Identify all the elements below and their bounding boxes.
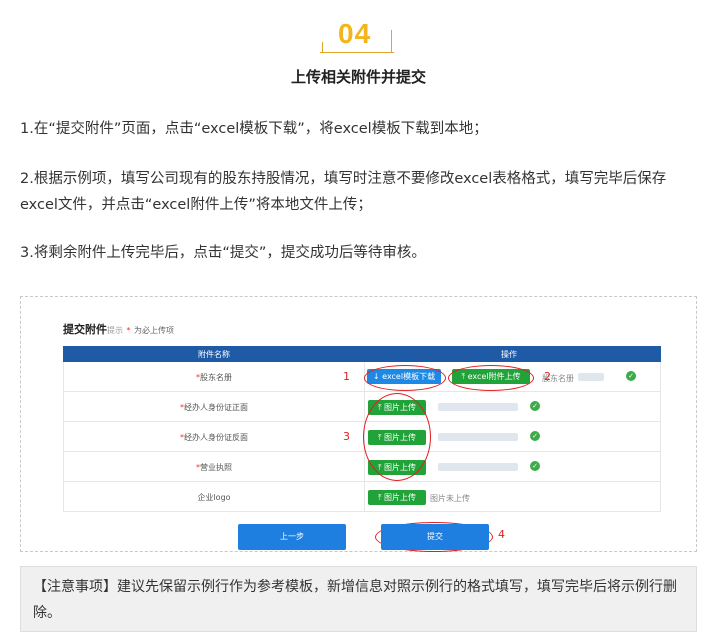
row-name: 营业执照 bbox=[200, 463, 232, 472]
step-badge: 04 bbox=[320, 12, 394, 56]
embedded-screenshot: 提交附件提示 * 为必上传项 附件名称 操作 *股东名册 ↓ excel模板下载… bbox=[20, 296, 697, 552]
step-2-text: 2.根据示例项，填写公司现有的股东持股情况，填写时注意不要修改excel表格格式… bbox=[20, 171, 667, 213]
row-name: 经办人身份证正面 bbox=[184, 403, 248, 412]
blurred-filename bbox=[578, 373, 604, 381]
table-row: *营业执照 ⤒ 图片上传 ✓ bbox=[63, 452, 661, 482]
column-header-action: 操作 bbox=[501, 350, 517, 359]
marker-circle-2 bbox=[448, 365, 534, 391]
table-row: *经办人身份证正面 ⤒ 图片上传 ✓ bbox=[63, 392, 661, 422]
section-title: 上传相关附件并提交 bbox=[290, 68, 426, 86]
upload-status: 图片未上传 bbox=[430, 494, 470, 503]
badge-right-tick bbox=[391, 30, 392, 52]
column-header-name: 附件名称 bbox=[198, 350, 230, 359]
required-star: * bbox=[126, 326, 131, 335]
row-name: 股东名册 bbox=[200, 373, 232, 382]
row-name: 企业logo bbox=[197, 493, 231, 502]
check-icon: ✓ bbox=[626, 371, 636, 381]
marker-label-2: 2 bbox=[544, 370, 551, 383]
check-icon: ✓ bbox=[530, 461, 540, 471]
check-icon: ✓ bbox=[530, 431, 540, 441]
check-icon: ✓ bbox=[530, 401, 540, 411]
marker-circle-3 bbox=[363, 393, 431, 481]
submit-button[interactable]: 提交 bbox=[381, 524, 489, 550]
blurred-filename bbox=[438, 463, 518, 471]
attachments-table: 附件名称 操作 *股东名册 ↓ excel模板下载 ⤒ excel附件上传 股东… bbox=[63, 346, 661, 512]
badge-underline bbox=[320, 52, 394, 53]
table-header: 附件名称 操作 bbox=[63, 346, 661, 362]
step-number: 04 bbox=[338, 18, 372, 49]
marker-circle-1 bbox=[364, 365, 446, 391]
marker-label-4: 4 bbox=[498, 528, 505, 541]
hint-label: 提示 bbox=[107, 326, 123, 335]
notice-box: 【注意事项】建议先保留示例行作为参考模板，新增信息对照示例行的格式填写，填写完毕… bbox=[20, 566, 697, 632]
marker-label-3: 3 bbox=[343, 430, 350, 443]
marker-label-1: 1 bbox=[343, 370, 350, 383]
step-3-text: 3.将剩余附件上传完毕后，点击“提交”，提交成功后等待审核。 bbox=[20, 245, 426, 261]
table-row: 企业logo ⤒ 图片上传 图片未上传 bbox=[63, 482, 661, 512]
row-name: 经办人身份证反面 bbox=[184, 433, 248, 442]
image-upload-button[interactable]: ⤒ 图片上传 bbox=[368, 490, 426, 505]
badge-left-tick bbox=[322, 42, 323, 52]
required-note: 为必上传项 bbox=[134, 326, 174, 335]
attachments-heading: 提交附件提示 * 为必上传项 bbox=[63, 321, 174, 337]
table-row: *经办人身份证反面 ⤒ 图片上传 ✓ bbox=[63, 422, 661, 452]
blurred-filename bbox=[438, 403, 518, 411]
previous-step-button[interactable]: 上一步 bbox=[238, 524, 346, 550]
step-1-text: 1.在“提交附件”页面，点击“excel模板下载”，将excel模板下载到本地； bbox=[20, 121, 488, 137]
table-row: *股东名册 ↓ excel模板下载 ⤒ excel附件上传 股东名册 ✓ bbox=[63, 362, 661, 392]
attachments-title: 提交附件 bbox=[63, 323, 107, 336]
blurred-filename bbox=[438, 433, 518, 441]
